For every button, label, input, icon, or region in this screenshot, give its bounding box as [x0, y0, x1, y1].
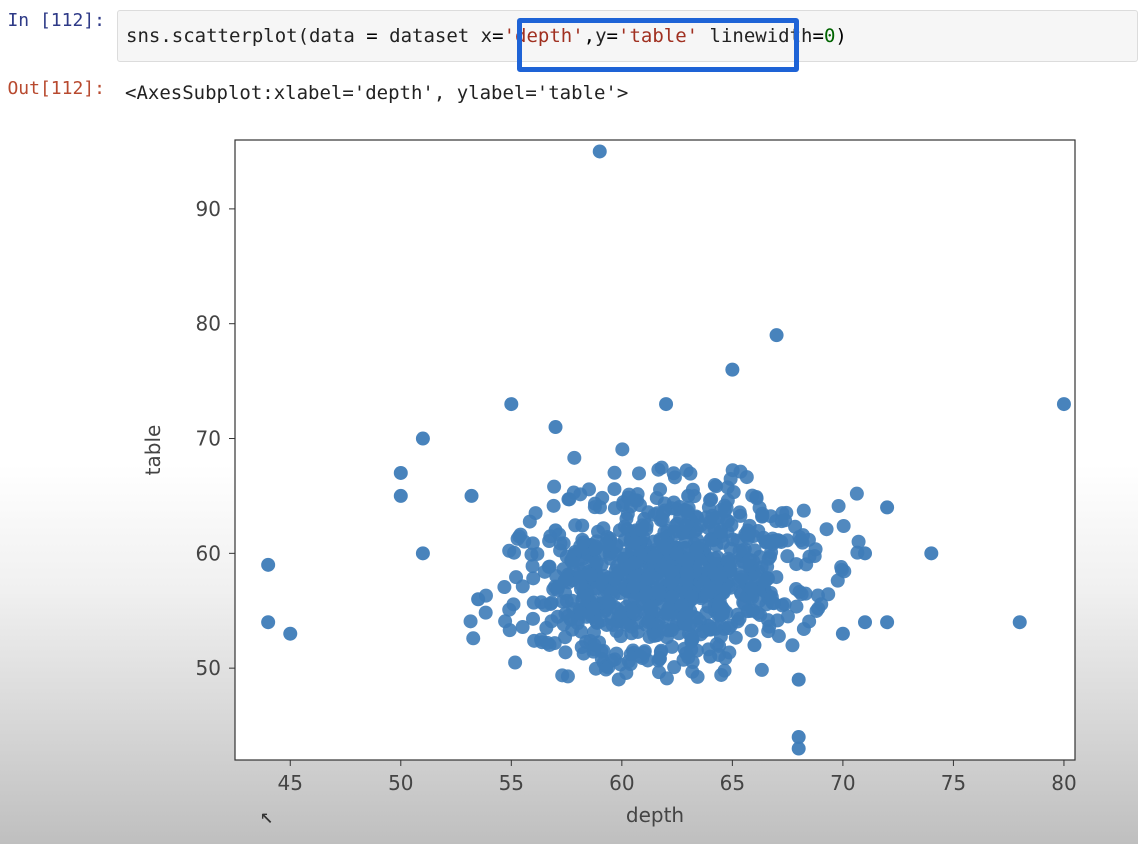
svg-text:55: 55	[499, 771, 524, 795]
svg-text:60: 60	[196, 541, 221, 565]
output-cell-row: Out[112]: <AxesSubplot:xlabel='depth', y…	[0, 68, 1138, 108]
output-content-col: <AxesSubplot:xlabel='depth', ylabel='tab…	[117, 68, 1138, 108]
svg-text:80: 80	[1051, 771, 1076, 795]
input-cell-row: In [112]: sns.scatterplot(data = dataset…	[0, 0, 1138, 62]
svg-text:75: 75	[941, 771, 966, 795]
code-line: sns.scatterplot(data = dataset x='depth'…	[126, 25, 847, 47]
svg-text:60: 60	[609, 771, 634, 795]
output-prompt: Out[112]:	[0, 68, 117, 99]
svg-text:50: 50	[388, 771, 413, 795]
svg-text:45: 45	[278, 771, 303, 795]
svg-text:50: 50	[196, 656, 221, 680]
svg-text:80: 80	[196, 312, 221, 336]
svg-text:table: table	[141, 425, 165, 476]
input-content-col: sns.scatterplot(data = dataset x='depth'…	[117, 0, 1138, 62]
code-cell[interactable]: sns.scatterplot(data = dataset x='depth'…	[117, 10, 1138, 62]
scatter-chart: 45 50 55 60 65 70 75 80 50 60 70 80 90 depth table	[130, 130, 1090, 840]
svg-text:70: 70	[196, 427, 221, 451]
input-prompt: In [112]:	[0, 0, 117, 31]
svg-text:90: 90	[196, 197, 221, 221]
svg-text:70: 70	[830, 771, 855, 795]
svg-text:65: 65	[720, 771, 745, 795]
output-repr-text: <AxesSubplot:xlabel='depth', ylabel='tab…	[117, 78, 1138, 108]
svg-text:depth: depth	[626, 803, 684, 827]
